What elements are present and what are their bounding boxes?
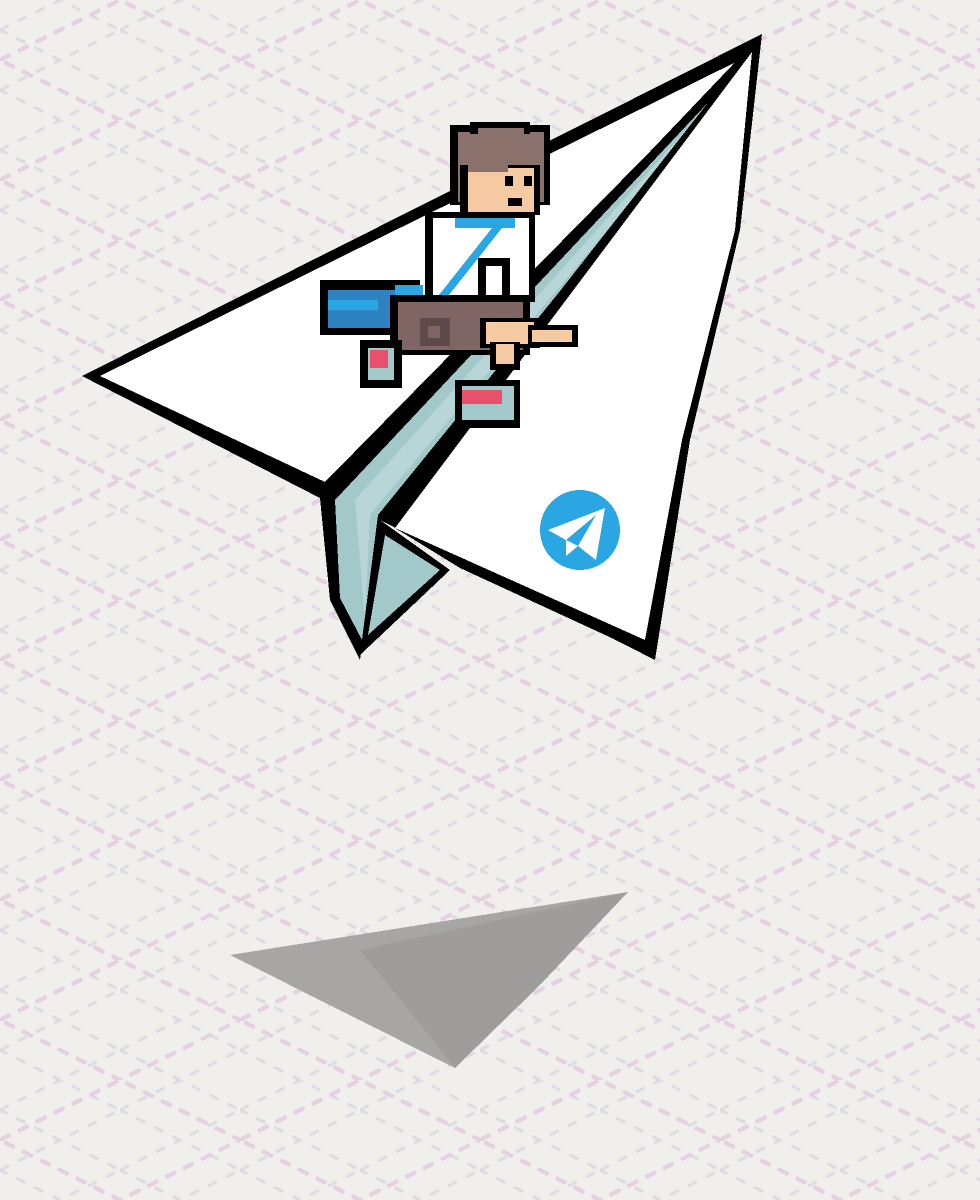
character-left-shoe xyxy=(360,340,402,388)
character-right-shoe xyxy=(455,380,520,428)
character-shirt xyxy=(425,212,535,302)
scene-canvas xyxy=(0,0,980,1200)
telegram-paper-plane-icon xyxy=(540,490,620,570)
pixel-art-scene xyxy=(0,0,980,1200)
